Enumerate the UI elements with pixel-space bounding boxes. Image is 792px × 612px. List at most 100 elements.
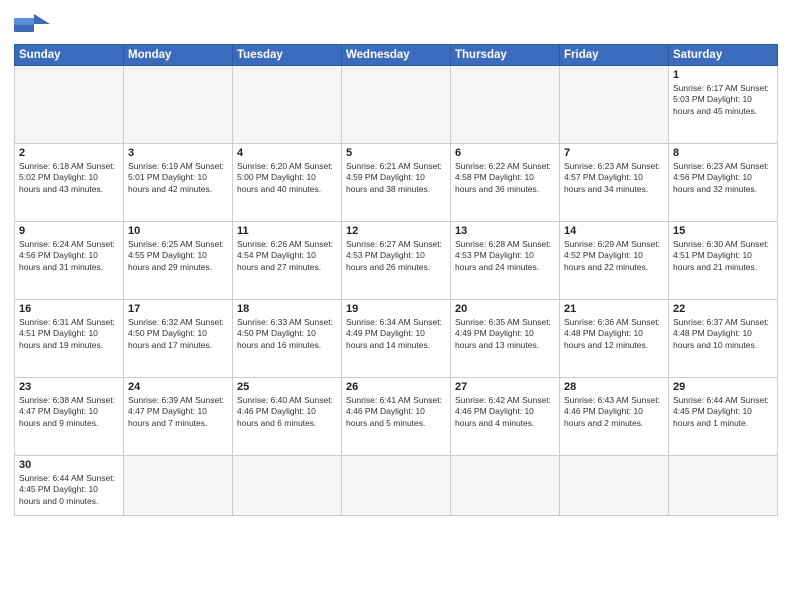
calendar-day-cell: 22 Sunrise: 6:37 AM Sunset: 4:48 PM Dayli…: [669, 300, 778, 378]
header-sunday: Sunday: [15, 45, 124, 66]
calendar-day-cell: [233, 456, 342, 516]
calendar-day-cell: [451, 66, 560, 144]
calendar-day-cell: 24 Sunrise: 6:39 AM Sunset: 4:47 PM Dayli…: [124, 378, 233, 456]
day-number: 12: [346, 225, 446, 237]
calendar-day-cell: [560, 66, 669, 144]
calendar-day-cell: 17 Sunrise: 6:32 AM Sunset: 4:50 PM Dayli…: [124, 300, 233, 378]
calendar-day-cell: [124, 66, 233, 144]
day-info: Sunrise: 6:44 AM Sunset: 4:45 PM Dayligh…: [19, 473, 119, 507]
calendar-day-cell: 6 Sunrise: 6:22 AM Sunset: 4:58 PM Daylig…: [451, 144, 560, 222]
calendar-day-cell: 11 Sunrise: 6:26 AM Sunset: 4:54 PM Dayli…: [233, 222, 342, 300]
day-info: Sunrise: 6:17 AM Sunset: 5:03 PM Dayligh…: [673, 83, 773, 117]
day-number: 21: [564, 303, 664, 315]
day-number: 9: [19, 225, 119, 237]
day-number: 14: [564, 225, 664, 237]
day-number: 28: [564, 381, 664, 393]
day-info: Sunrise: 6:33 AM Sunset: 4:50 PM Dayligh…: [237, 317, 337, 351]
day-info: Sunrise: 6:32 AM Sunset: 4:50 PM Dayligh…: [128, 317, 228, 351]
day-info: Sunrise: 6:38 AM Sunset: 4:47 PM Dayligh…: [19, 395, 119, 429]
header-monday: Monday: [124, 45, 233, 66]
day-number: 7: [564, 147, 664, 159]
calendar-day-cell: 12 Sunrise: 6:27 AM Sunset: 4:53 PM Dayli…: [342, 222, 451, 300]
day-number: 19: [346, 303, 446, 315]
calendar-day-cell: 15Sunrise: 6:30 AM Sunset: 4:51 PM Dayli…: [669, 222, 778, 300]
day-info: Sunrise: 6:37 AM Sunset: 4:48 PM Dayligh…: [673, 317, 773, 351]
day-number: 4: [237, 147, 337, 159]
day-info: Sunrise: 6:23 AM Sunset: 4:57 PM Dayligh…: [564, 161, 664, 195]
day-number: 29: [673, 381, 773, 393]
calendar-day-cell: 23Sunrise: 6:38 AM Sunset: 4:47 PM Dayli…: [15, 378, 124, 456]
day-number: 6: [455, 147, 555, 159]
calendar-day-cell: [233, 66, 342, 144]
calendar-day-cell: 19 Sunrise: 6:34 AM Sunset: 4:49 PM Dayli…: [342, 300, 451, 378]
calendar-day-cell: 7 Sunrise: 6:23 AM Sunset: 4:57 PM Daylig…: [560, 144, 669, 222]
calendar-day-cell: [15, 66, 124, 144]
calendar-day-cell: [560, 456, 669, 516]
generalblue-logo-icon: [14, 10, 50, 38]
day-info: Sunrise: 6:28 AM Sunset: 4:53 PM Dayligh…: [455, 239, 555, 273]
day-number: 30: [19, 459, 119, 471]
day-info: Sunrise: 6:39 AM Sunset: 4:47 PM Dayligh…: [128, 395, 228, 429]
calendar-day-cell: 16 Sunrise: 6:31 AM Sunset: 4:51 PM Dayli…: [15, 300, 124, 378]
calendar-day-cell: [124, 456, 233, 516]
header: [14, 10, 778, 38]
day-number: 17: [128, 303, 228, 315]
day-number: 25: [237, 381, 337, 393]
day-info: Sunrise: 6:23 AM Sunset: 4:56 PM Dayligh…: [673, 161, 773, 195]
day-number: 27: [455, 381, 555, 393]
day-number: 8: [673, 147, 773, 159]
calendar-day-cell: 18 Sunrise: 6:33 AM Sunset: 4:50 PM Dayli…: [233, 300, 342, 378]
calendar-day-cell: [342, 456, 451, 516]
header-wednesday: Wednesday: [342, 45, 451, 66]
calendar-day-cell: 14Sunrise: 6:29 AM Sunset: 4:52 PM Dayli…: [560, 222, 669, 300]
page: Sunday Monday Tuesday Wednesday Thursday…: [0, 0, 792, 612]
day-number: 24: [128, 381, 228, 393]
day-info: Sunrise: 6:21 AM Sunset: 4:59 PM Dayligh…: [346, 161, 446, 195]
calendar-day-cell: 4 Sunrise: 6:20 AM Sunset: 5:00 PM Daylig…: [233, 144, 342, 222]
day-info: Sunrise: 6:18 AM Sunset: 5:02 PM Dayligh…: [19, 161, 119, 195]
calendar-day-cell: 29Sunrise: 6:44 AM Sunset: 4:45 PM Dayli…: [669, 378, 778, 456]
day-info: Sunrise: 6:27 AM Sunset: 4:53 PM Dayligh…: [346, 239, 446, 273]
day-number: 18: [237, 303, 337, 315]
day-number: 5: [346, 147, 446, 159]
header-tuesday: Tuesday: [233, 45, 342, 66]
header-friday: Friday: [560, 45, 669, 66]
weekday-header-row: Sunday Monday Tuesday Wednesday Thursday…: [15, 45, 778, 66]
day-info: Sunrise: 6:19 AM Sunset: 5:01 PM Dayligh…: [128, 161, 228, 195]
calendar-day-cell: 13Sunrise: 6:28 AM Sunset: 4:53 PM Dayli…: [451, 222, 560, 300]
calendar-week-row: 1Sunrise: 6:17 AM Sunset: 5:03 PM Daylig…: [15, 66, 778, 144]
day-number: 2: [19, 147, 119, 159]
day-info: Sunrise: 6:34 AM Sunset: 4:49 PM Dayligh…: [346, 317, 446, 351]
day-info: Sunrise: 6:31 AM Sunset: 4:51 PM Dayligh…: [19, 317, 119, 351]
day-number: 26: [346, 381, 446, 393]
day-number: 16: [19, 303, 119, 315]
day-number: 11: [237, 225, 337, 237]
calendar-week-row: 9 Sunrise: 6:24 AM Sunset: 4:56 PM Daylig…: [15, 222, 778, 300]
day-info: Sunrise: 6:24 AM Sunset: 4:56 PM Dayligh…: [19, 239, 119, 273]
calendar-day-cell: 5 Sunrise: 6:21 AM Sunset: 4:59 PM Daylig…: [342, 144, 451, 222]
calendar-day-cell: 20Sunrise: 6:35 AM Sunset: 4:49 PM Dayli…: [451, 300, 560, 378]
calendar-day-cell: 9 Sunrise: 6:24 AM Sunset: 4:56 PM Daylig…: [15, 222, 124, 300]
day-info: Sunrise: 6:25 AM Sunset: 4:55 PM Dayligh…: [128, 239, 228, 273]
calendar-week-row: 23Sunrise: 6:38 AM Sunset: 4:47 PM Dayli…: [15, 378, 778, 456]
day-info: Sunrise: 6:42 AM Sunset: 4:46 PM Dayligh…: [455, 395, 555, 429]
day-number: 22: [673, 303, 773, 315]
calendar-day-cell: 21 Sunrise: 6:36 AM Sunset: 4:48 PM Dayli…: [560, 300, 669, 378]
day-number: 20: [455, 303, 555, 315]
day-info: Sunrise: 6:22 AM Sunset: 4:58 PM Dayligh…: [455, 161, 555, 195]
day-info: Sunrise: 6:26 AM Sunset: 4:54 PM Dayligh…: [237, 239, 337, 273]
day-info: Sunrise: 6:30 AM Sunset: 4:51 PM Dayligh…: [673, 239, 773, 273]
day-info: Sunrise: 6:41 AM Sunset: 4:46 PM Dayligh…: [346, 395, 446, 429]
calendar-day-cell: 26 Sunrise: 6:41 AM Sunset: 4:46 PM Dayli…: [342, 378, 451, 456]
day-info: Sunrise: 6:36 AM Sunset: 4:48 PM Dayligh…: [564, 317, 664, 351]
calendar-day-cell: 3Sunrise: 6:19 AM Sunset: 5:01 PM Daylig…: [124, 144, 233, 222]
calendar-day-cell: 28 Sunrise: 6:43 AM Sunset: 4:46 PM Dayli…: [560, 378, 669, 456]
calendar-week-row: 30 Sunrise: 6:44 AM Sunset: 4:45 PM Dayli…: [15, 456, 778, 516]
day-info: Sunrise: 6:20 AM Sunset: 5:00 PM Dayligh…: [237, 161, 337, 195]
header-saturday: Saturday: [669, 45, 778, 66]
day-info: Sunrise: 6:43 AM Sunset: 4:46 PM Dayligh…: [564, 395, 664, 429]
calendar-day-cell: 25Sunrise: 6:40 AM Sunset: 4:46 PM Dayli…: [233, 378, 342, 456]
calendar-week-row: 16 Sunrise: 6:31 AM Sunset: 4:51 PM Dayli…: [15, 300, 778, 378]
calendar-day-cell: 27 Sunrise: 6:42 AM Sunset: 4:46 PM Dayli…: [451, 378, 560, 456]
calendar-day-cell: [451, 456, 560, 516]
